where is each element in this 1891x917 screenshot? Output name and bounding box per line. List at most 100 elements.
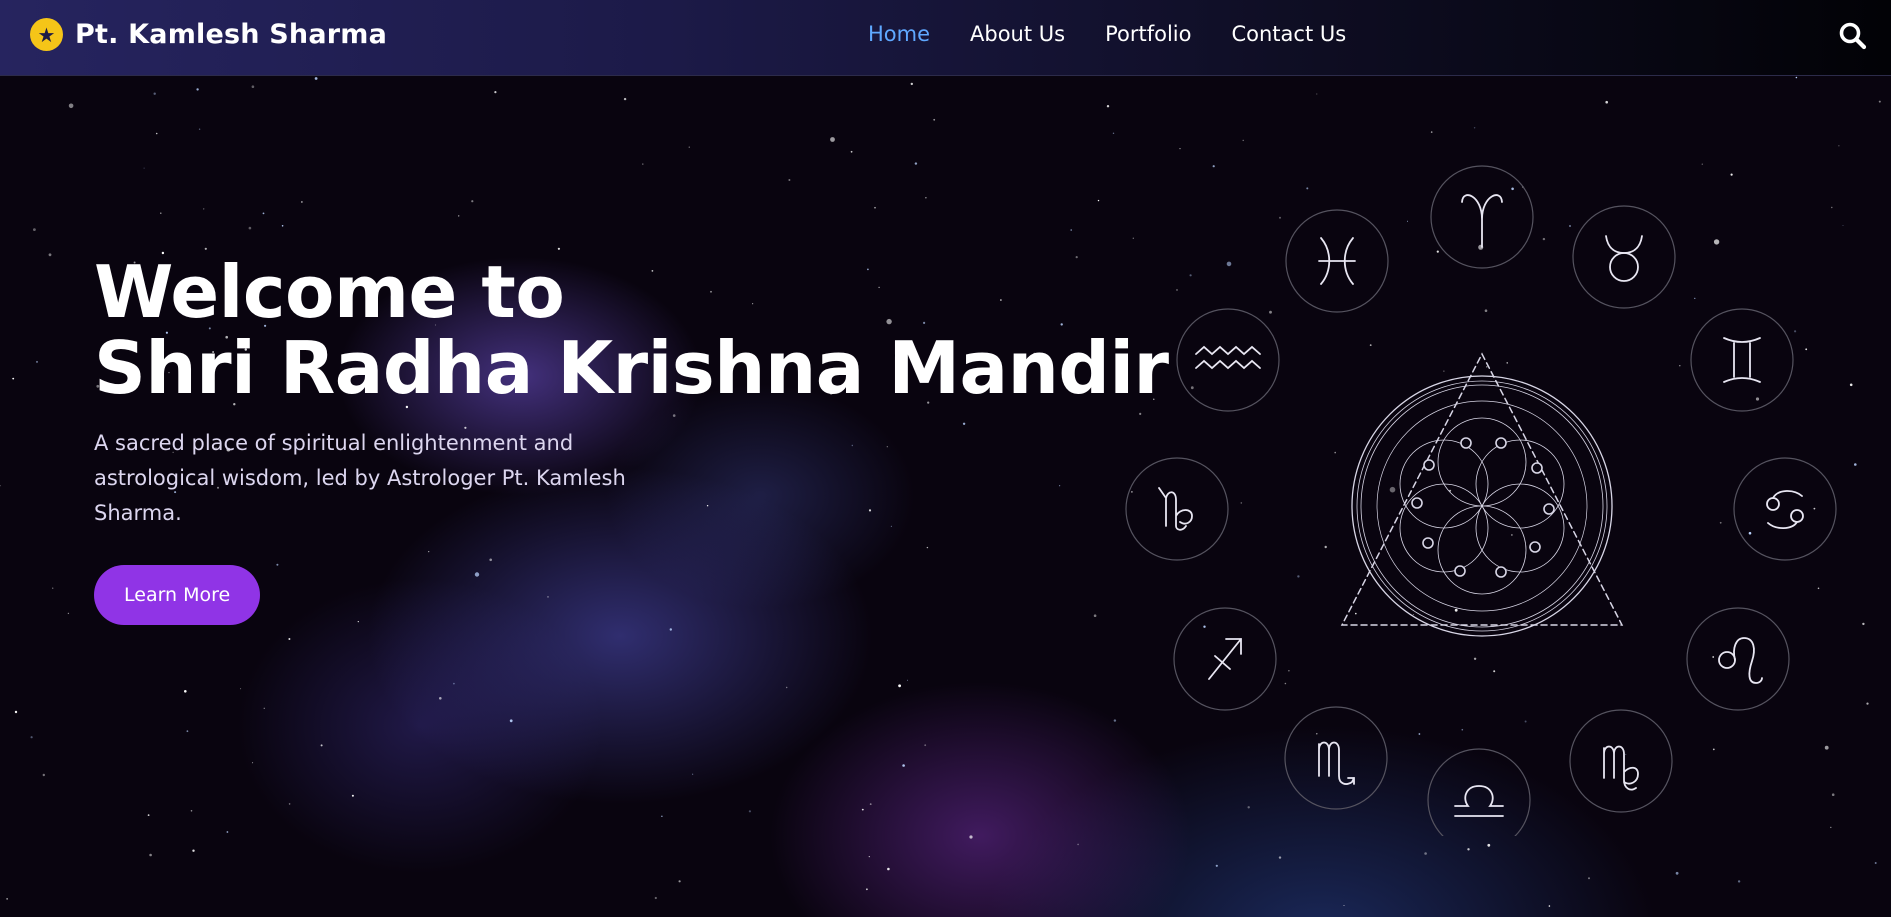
star [887,867,890,871]
star [1278,856,1282,859]
star [240,688,242,690]
star [252,762,254,764]
star [509,719,513,723]
star [263,707,265,709]
star [1316,93,1318,95]
aquarius-icon[interactable] [1176,308,1280,412]
star [1737,880,1741,883]
star [786,686,788,689]
search-button[interactable] [1837,20,1869,52]
star [1675,871,1679,875]
star [320,744,323,747]
star [1874,862,1877,864]
leo-icon[interactable] [1686,607,1790,711]
star [0,485,1,487]
star [67,612,70,615]
aries-icon[interactable] [1430,165,1534,269]
libra-icon[interactable] [1427,748,1531,836]
hero-title: Welcome to Shri Radha Krishna Mandir [94,254,1169,406]
star [925,197,927,199]
cancer-icon[interactable] [1733,457,1837,561]
star [969,835,973,839]
sagittarius-icon[interactable] [1173,607,1277,711]
star [36,360,38,363]
star [12,377,15,380]
taurus-icon[interactable] [1572,205,1676,309]
star [48,253,52,257]
brand-name: Pt. Kamlesh Sharma [75,19,388,50]
star [1878,100,1881,103]
hero-title-line-1: Welcome to [94,250,565,334]
learn-more-button[interactable]: Learn More [94,565,261,625]
nav-contact-us[interactable]: Contact Us [1231,22,1346,46]
nav-portfolio[interactable]: Portfolio [1105,22,1191,46]
star [1467,848,1470,851]
brand-logo[interactable]: ★ Pt. Kamlesh Sharma [30,18,387,51]
star [147,814,150,816]
pisces-icon[interactable] [1285,209,1389,313]
star [198,128,201,130]
star [788,179,791,181]
star [184,690,187,693]
star [262,212,265,215]
star [924,744,927,747]
star [192,849,195,852]
search-icon [1839,22,1867,50]
star [861,808,864,811]
star [1605,100,1608,104]
star [933,118,936,121]
hero-section: Welcome to Shri Radha Krishna Mandir A s… [0,76,1891,917]
star [1077,843,1079,846]
star [830,137,835,142]
virgo-icon[interactable] [1569,709,1673,813]
star [678,880,681,883]
star [458,215,460,217]
star [14,710,18,714]
star [153,92,156,95]
scorpio-icon[interactable] [1284,706,1388,810]
nav-about-us[interactable]: About Us [970,22,1065,46]
star [1548,905,1551,907]
star [898,684,901,688]
star [1343,905,1345,906]
star [688,146,690,148]
nav-home[interactable]: Home [868,22,930,46]
star [301,201,303,203]
star [669,628,672,631]
star [494,91,497,94]
star [907,679,908,681]
star [143,167,145,169]
star [52,587,54,589]
star [866,888,868,891]
star [439,697,442,700]
star [149,853,152,857]
hero-title-line-2: Shri Radha Krishna Mandir [94,326,1169,410]
star [251,85,255,88]
star [30,736,33,739]
star [869,803,872,805]
star [1795,76,1798,79]
star [160,212,162,214]
star [281,225,284,227]
star [196,88,199,91]
star [1106,105,1110,108]
star [642,163,644,165]
star [288,638,291,640]
star [1215,864,1218,867]
capricorn-icon[interactable] [1125,457,1229,561]
star [155,132,158,135]
star [33,228,36,232]
hero-subtitle: A sacred place of spiritual enlightenmen… [94,431,626,525]
main-nav: Home About Us Portfolio Contact Us [868,22,1386,46]
star [654,896,657,900]
star [850,150,853,153]
star [226,831,229,833]
star [351,794,354,797]
star [288,803,291,805]
star [868,856,870,858]
star [1862,622,1865,626]
hero-text: Welcome to Shri Radha Krishna Mandir A s… [94,254,1169,625]
star [248,226,252,230]
gemini-icon[interactable] [1690,308,1794,412]
star [1097,199,1100,202]
